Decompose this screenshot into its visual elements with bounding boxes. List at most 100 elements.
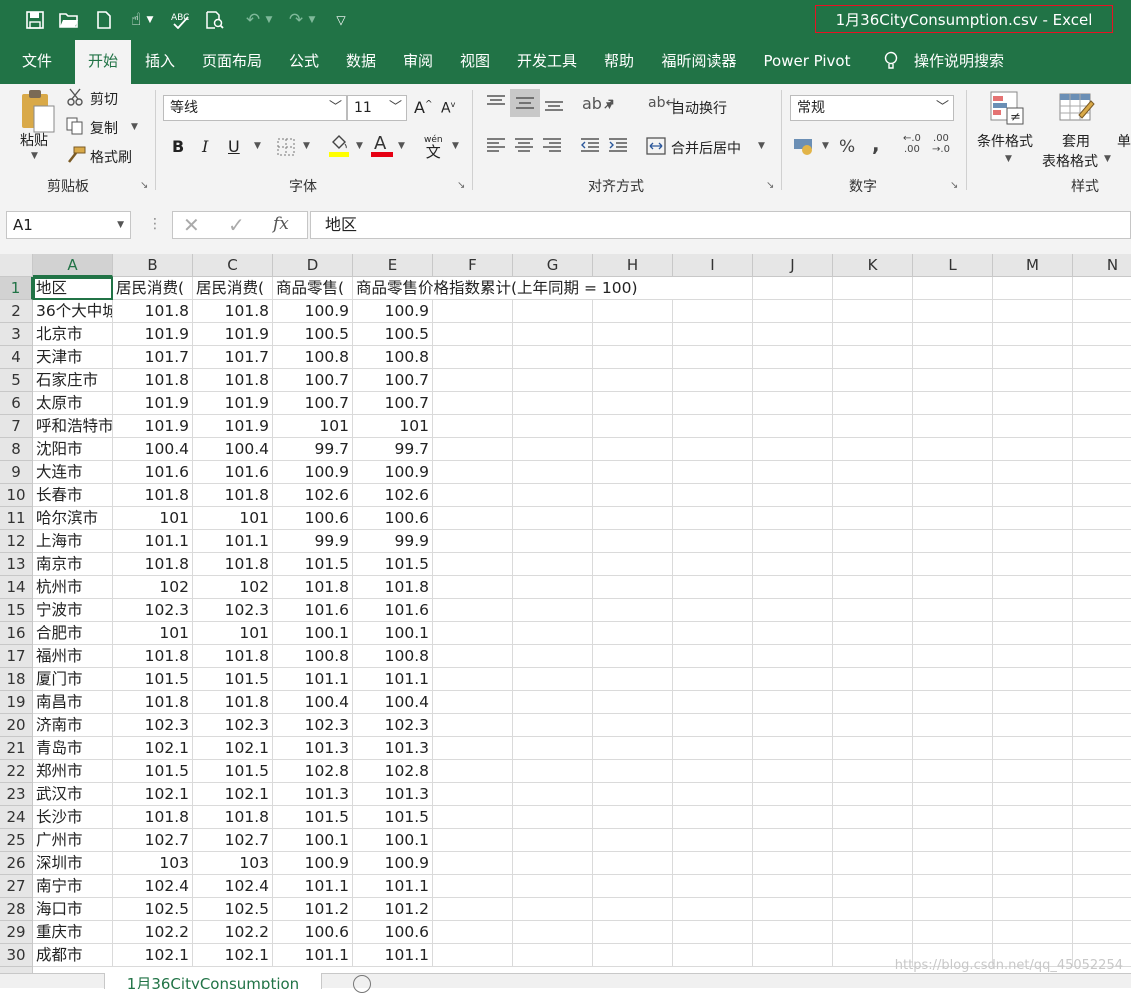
empty-cell[interactable] bbox=[753, 392, 833, 415]
column-header-n[interactable]: N bbox=[1073, 254, 1131, 277]
value-cell[interactable]: 100.6 bbox=[353, 507, 433, 530]
format-painter-icon[interactable] bbox=[66, 146, 86, 168]
empty-cell[interactable] bbox=[433, 714, 513, 737]
formula-input[interactable]: 地区 bbox=[310, 211, 1131, 239]
empty-cell[interactable] bbox=[513, 507, 593, 530]
empty-cell[interactable] bbox=[753, 737, 833, 760]
value-cell[interactable]: 101.6 bbox=[193, 461, 273, 484]
empty-cell[interactable] bbox=[433, 392, 513, 415]
copy-icon[interactable] bbox=[66, 117, 84, 139]
region-cell[interactable]: 福州市 bbox=[33, 645, 113, 668]
value-cell[interactable]: 99.9 bbox=[353, 530, 433, 553]
value-cell[interactable]: 100.8 bbox=[273, 346, 353, 369]
new-file-icon[interactable] bbox=[91, 8, 117, 32]
empty-cell[interactable] bbox=[833, 898, 913, 921]
conditional-dropdown-icon[interactable]: ▼ bbox=[1005, 154, 1012, 164]
value-cell[interactable]: 101.2 bbox=[353, 898, 433, 921]
empty-cell[interactable] bbox=[513, 645, 593, 668]
underline-button[interactable]: U bbox=[228, 137, 240, 156]
header-cell-b[interactable]: 居民消费( bbox=[113, 277, 193, 300]
value-cell[interactable]: 101 bbox=[273, 415, 353, 438]
empty-cell[interactable] bbox=[673, 323, 753, 346]
empty-cell[interactable] bbox=[593, 760, 673, 783]
value-cell[interactable]: 101.8 bbox=[193, 691, 273, 714]
empty-cell[interactable] bbox=[993, 346, 1073, 369]
empty-cell[interactable] bbox=[753, 714, 833, 737]
value-cell[interactable]: 101.8 bbox=[273, 576, 353, 599]
spelling-icon[interactable]: ABC bbox=[168, 8, 194, 32]
row-header[interactable]: 12 bbox=[0, 530, 33, 553]
value-cell[interactable]: 103 bbox=[113, 852, 193, 875]
empty-cell[interactable] bbox=[993, 530, 1073, 553]
empty-cell[interactable] bbox=[1073, 277, 1131, 300]
empty-cell[interactable] bbox=[513, 921, 593, 944]
empty-cell[interactable] bbox=[593, 300, 673, 323]
empty-cell[interactable] bbox=[993, 599, 1073, 622]
value-cell[interactable]: 101.6 bbox=[113, 461, 193, 484]
empty-cell[interactable] bbox=[513, 898, 593, 921]
undo-dropdown-icon[interactable]: ▼ bbox=[262, 8, 276, 32]
value-cell[interactable]: 102.7 bbox=[113, 829, 193, 852]
value-cell[interactable]: 102.8 bbox=[273, 760, 353, 783]
column-header-f[interactable]: F bbox=[433, 254, 513, 277]
empty-cell[interactable] bbox=[433, 530, 513, 553]
empty-cell[interactable] bbox=[993, 691, 1073, 714]
empty-cell[interactable] bbox=[913, 921, 993, 944]
value-cell[interactable]: 101.9 bbox=[193, 392, 273, 415]
region-cell[interactable]: 长沙市 bbox=[33, 806, 113, 829]
region-cell[interactable]: 沈阳市 bbox=[33, 438, 113, 461]
alignment-launcher-icon[interactable]: ↘ bbox=[766, 180, 774, 191]
empty-cell[interactable] bbox=[513, 875, 593, 898]
value-cell[interactable]: 102.8 bbox=[353, 760, 433, 783]
region-cell[interactable]: 大连市 bbox=[33, 461, 113, 484]
value-cell[interactable]: 101.5 bbox=[273, 553, 353, 576]
empty-cell[interactable] bbox=[1073, 668, 1131, 691]
empty-cell[interactable] bbox=[913, 369, 993, 392]
print-preview-icon[interactable] bbox=[202, 8, 228, 32]
empty-cell[interactable] bbox=[833, 875, 913, 898]
empty-cell[interactable] bbox=[593, 829, 673, 852]
empty-cell[interactable] bbox=[1073, 553, 1131, 576]
value-cell[interactable]: 101.8 bbox=[113, 369, 193, 392]
empty-cell[interactable] bbox=[433, 783, 513, 806]
empty-cell[interactable] bbox=[753, 438, 833, 461]
cancel-formula-icon[interactable]: ✕ bbox=[183, 213, 200, 237]
region-cell[interactable]: 济南市 bbox=[33, 714, 113, 737]
accounting-format-icon[interactable] bbox=[793, 136, 817, 160]
name-box-dropdown-icon[interactable]: ▼ bbox=[117, 212, 124, 238]
column-header-m[interactable]: M bbox=[993, 254, 1073, 277]
value-cell[interactable]: 101.8 bbox=[113, 553, 193, 576]
fill-color-icon[interactable] bbox=[329, 134, 349, 162]
empty-cell[interactable] bbox=[673, 369, 753, 392]
empty-cell[interactable] bbox=[593, 392, 673, 415]
row-header[interactable]: 11 bbox=[0, 507, 33, 530]
empty-cell[interactable] bbox=[993, 300, 1073, 323]
empty-cell[interactable] bbox=[593, 783, 673, 806]
cell-styles-button[interactable]: 单 bbox=[1117, 131, 1131, 151]
empty-cell[interactable] bbox=[673, 806, 753, 829]
tab-foxit-reader[interactable]: 福昕阅读器 bbox=[652, 40, 746, 84]
underline-dropdown-icon[interactable]: ▼ bbox=[254, 141, 261, 151]
empty-cell[interactable] bbox=[593, 461, 673, 484]
paste-dropdown-icon[interactable]: ▼ bbox=[31, 151, 38, 161]
empty-cell[interactable] bbox=[433, 944, 513, 967]
empty-cell[interactable] bbox=[913, 714, 993, 737]
value-cell[interactable]: 101.8 bbox=[193, 806, 273, 829]
empty-cell[interactable] bbox=[673, 530, 753, 553]
empty-cell[interactable] bbox=[833, 852, 913, 875]
empty-cell[interactable] bbox=[673, 898, 753, 921]
empty-cell[interactable] bbox=[833, 346, 913, 369]
empty-cell[interactable] bbox=[593, 921, 673, 944]
value-cell[interactable]: 101.1 bbox=[113, 530, 193, 553]
empty-cell[interactable] bbox=[593, 323, 673, 346]
empty-cell[interactable] bbox=[993, 392, 1073, 415]
empty-cell[interactable] bbox=[433, 852, 513, 875]
empty-cell[interactable] bbox=[913, 438, 993, 461]
empty-cell[interactable] bbox=[833, 622, 913, 645]
empty-cell[interactable] bbox=[593, 806, 673, 829]
empty-cell[interactable] bbox=[913, 461, 993, 484]
empty-cell[interactable] bbox=[513, 852, 593, 875]
empty-cell[interactable] bbox=[593, 576, 673, 599]
empty-cell[interactable] bbox=[433, 369, 513, 392]
region-cell[interactable]: 上海市 bbox=[33, 530, 113, 553]
